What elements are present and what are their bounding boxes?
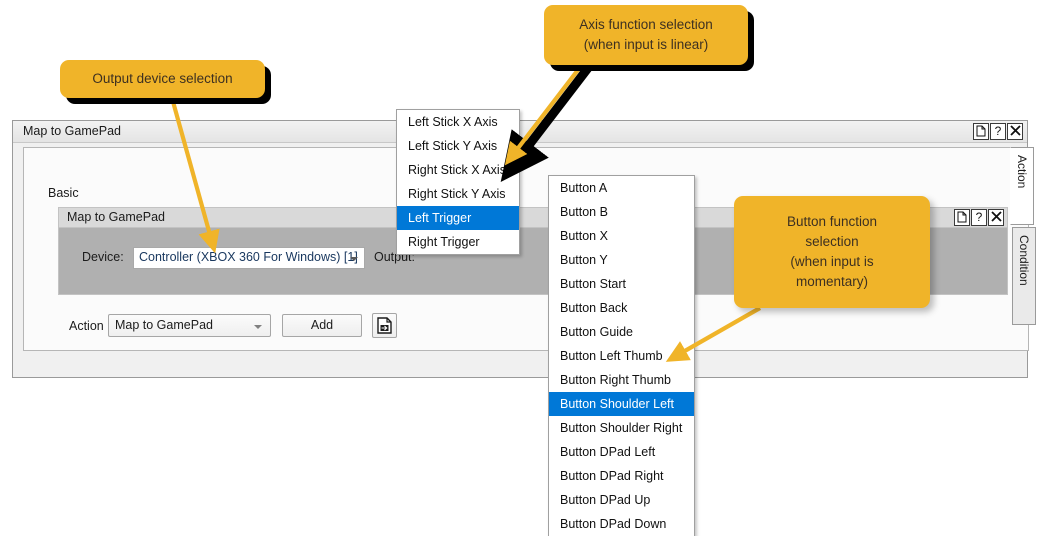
dropdown-item[interactable]: Button DPad Up [549,488,694,512]
dropdown-item[interactable]: Button Start [549,272,694,296]
window-title: Map to GamePad [23,124,121,138]
dropdown-item[interactable]: Button A [549,176,694,200]
dropdown-item[interactable]: Right Stick Y Axis [397,182,519,206]
dropdown-item[interactable]: Left Stick X Axis [397,110,519,134]
dropdown-item[interactable]: Button Right Thumb [549,368,694,392]
callout-axis-function: Axis function selection (when input is l… [544,5,748,65]
side-tab-condition-label: Condition [1017,235,1031,286]
side-tab-action-label: Action [1015,155,1029,189]
dropdown-item[interactable]: Button X [549,224,694,248]
screenshot-root: Map to GamePad ? Basic Map to GamePad ? … [0,0,1064,536]
device-label: Device: [82,250,124,264]
callout-axis-function-text: Axis function selection (when input is l… [579,17,713,52]
device-combobox[interactable]: Controller (XBOX 360 For Windows) [1] [133,247,365,269]
dropdown-item[interactable]: Button DPad Down [549,512,694,536]
save-document-icon [377,317,392,334]
callout-output-device: Output device selection [60,60,265,98]
dropdown-item[interactable]: Button DPad Right [549,464,694,488]
side-tab-condition[interactable]: Condition [1012,227,1036,325]
window-title-buttons: ? [973,123,1023,140]
add-button[interactable]: Add [282,314,362,337]
dropdown-item[interactable]: Right Trigger [397,230,519,254]
dropdown-item[interactable]: Button Back [549,296,694,320]
group-close-icon[interactable] [988,209,1004,226]
save-document-icon-button[interactable] [372,313,397,338]
device-combobox-value: Controller (XBOX 360 For Windows) [1] [139,250,358,264]
side-tab-action[interactable]: Action [1010,147,1034,225]
window-titlebar: Map to GamePad ? [13,121,1027,143]
dropdown-item[interactable]: Left Stick Y Axis [397,134,519,158]
axis-function-dropdown[interactable]: Left Stick X Axis Left Stick Y Axis Righ… [396,109,520,255]
dropdown-item[interactable]: Button Guide [549,320,694,344]
dropdown-item[interactable]: Right Stick X Axis [397,158,519,182]
group-document-icon[interactable] [954,209,970,226]
help-icon[interactable]: ? [990,123,1006,140]
action-label: Action [69,319,104,333]
action-combobox-value: Map to GamePad [115,318,213,332]
dropdown-item[interactable]: Button DPad Left [549,440,694,464]
dropdown-item-selected[interactable]: Button Shoulder Left [549,392,694,416]
group-panel-title: Map to GamePad [67,210,165,224]
button-function-dropdown[interactable]: Button A Button B Button X Button Y Butt… [548,175,695,536]
close-icon[interactable] [1007,123,1023,140]
dropdown-item[interactable]: Button B [549,200,694,224]
dropdown-item-selected[interactable]: Left Trigger [397,206,519,230]
callout-button-function-text: Button function selection (when input is… [786,214,878,289]
chevron-down-icon [350,257,358,261]
dropdown-item[interactable]: Button Left Thumb [549,344,694,368]
action-combobox[interactable]: Map to GamePad [108,314,271,337]
callout-button-function: Button function selection (when input is… [734,196,930,308]
chevron-down-icon [254,325,262,329]
group-panel-title-buttons: ? [954,209,1004,226]
dropdown-item[interactable]: Button Shoulder Right [549,416,694,440]
callout-output-device-text: Output device selection [92,71,233,86]
section-label-basic: Basic [48,186,79,200]
dropdown-item[interactable]: Button Y [549,248,694,272]
group-help-icon[interactable]: ? [971,209,987,226]
document-icon[interactable] [973,123,989,140]
